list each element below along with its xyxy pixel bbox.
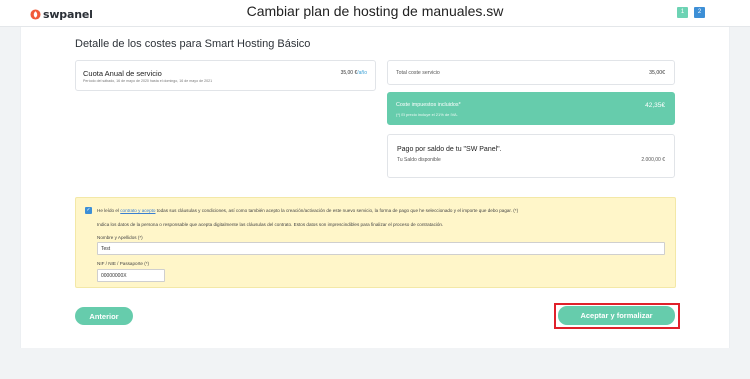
- payment-title: Pago por saldo de tu "SW Panel".: [397, 146, 502, 153]
- accept-contract-text: He leído el contrato y acepto todas sus …: [97, 208, 518, 213]
- total-label: Total coste servicio: [396, 70, 440, 76]
- tax-value: 42,35€: [645, 102, 665, 109]
- step-indicator-1[interactable]: 1: [677, 7, 688, 18]
- nif-field-label: NIF / NIE / Passaporte (*): [97, 261, 150, 266]
- section-title: Detalle de los costes para Smart Hosting…: [75, 38, 311, 50]
- payment-card: Pago por saldo de tu "SW Panel". Tu Sald…: [387, 134, 675, 178]
- step-indicator-2[interactable]: 2: [694, 7, 705, 18]
- fee-name: Cuota Anual de servicio: [83, 69, 162, 78]
- tax-card: Coste impuestos incluidos* (*) El precio…: [387, 92, 675, 125]
- accept-pre: He leído el: [97, 208, 121, 213]
- name-field-label: Nombre y Apellidos (*): [97, 235, 143, 240]
- accept-contract-checkbox[interactable]: ✓: [85, 207, 92, 214]
- highlight-box: [554, 303, 680, 329]
- name-field[interactable]: [97, 242, 665, 255]
- contract-acceptance-box: ✓ He leído el contrato y acepto todas su…: [75, 197, 676, 288]
- contract-link[interactable]: contrato y acepto: [120, 208, 155, 213]
- previous-button[interactable]: Anterior: [75, 307, 133, 325]
- top-bar: swpanel Cambiar plan de hosting de manua…: [0, 0, 750, 27]
- fee-price-value: 35,00 €: [340, 70, 358, 76]
- nif-field[interactable]: [97, 269, 165, 282]
- fee-period: Período del sábado, 16 de mayo de 2020 h…: [83, 79, 213, 83]
- balance-value: 2.000,00 €: [641, 157, 665, 163]
- balance-label: Tu Saldo disponible: [397, 157, 441, 163]
- fee-card: Cuota Anual de servicio Período del sába…: [75, 60, 376, 91]
- signer-info-text: Indica los datos de la persona o respons…: [97, 222, 444, 227]
- tax-note: (*) El precio incluye el 21% de IVA.: [396, 112, 458, 117]
- tax-label: Coste impuestos incluidos*: [396, 102, 461, 108]
- total-value: 35,00€: [649, 70, 665, 76]
- fee-price-unit: /año: [357, 70, 367, 76]
- page-title: Cambiar plan de hosting de manuales.sw: [246, 3, 504, 19]
- accept-post: todas sus cláusulas y condiciones, así c…: [155, 208, 519, 213]
- fee-price: 35,00 €/año: [341, 70, 367, 76]
- total-card: Total coste servicio 35,00€: [387, 60, 675, 85]
